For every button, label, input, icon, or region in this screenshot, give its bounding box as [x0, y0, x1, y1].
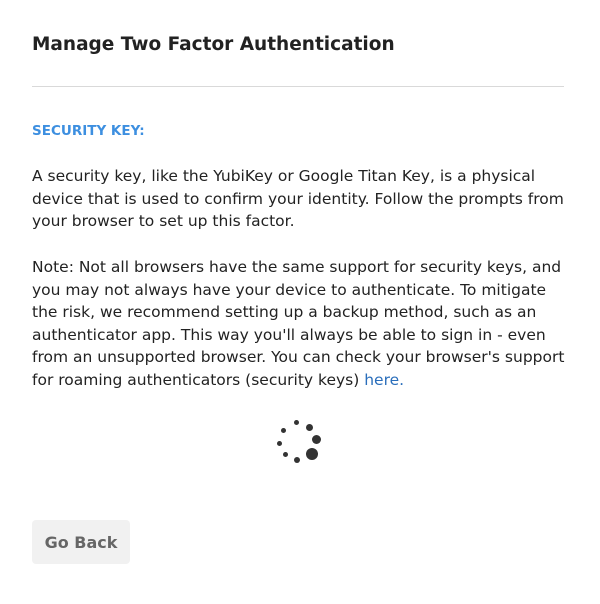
spinner-dot	[306, 448, 318, 460]
go-back-button[interactable]: Go Back	[32, 520, 130, 564]
browser-support-link[interactable]: here.	[364, 371, 404, 389]
section-label-security-key: SECURITY KEY:	[32, 123, 145, 139]
header-divider	[32, 86, 564, 87]
page-title: Manage Two Factor Authentication	[32, 34, 395, 55]
intro-paragraph: A security key, like the YubiKey or Goog…	[32, 167, 564, 230]
loading-spinner-icon	[272, 418, 324, 466]
spinner-dot	[281, 428, 286, 433]
note-paragraph: Note: Not all browsers have the same sup…	[32, 256, 572, 391]
spinner-dot	[277, 441, 282, 446]
spinner-dot	[283, 452, 288, 457]
spinner-dot	[294, 420, 299, 425]
spinner-dot	[294, 457, 300, 463]
spinner-dot	[312, 435, 321, 444]
note-text: Note: Not all browsers have the same sup…	[32, 258, 565, 389]
spinner-dot	[306, 424, 313, 431]
